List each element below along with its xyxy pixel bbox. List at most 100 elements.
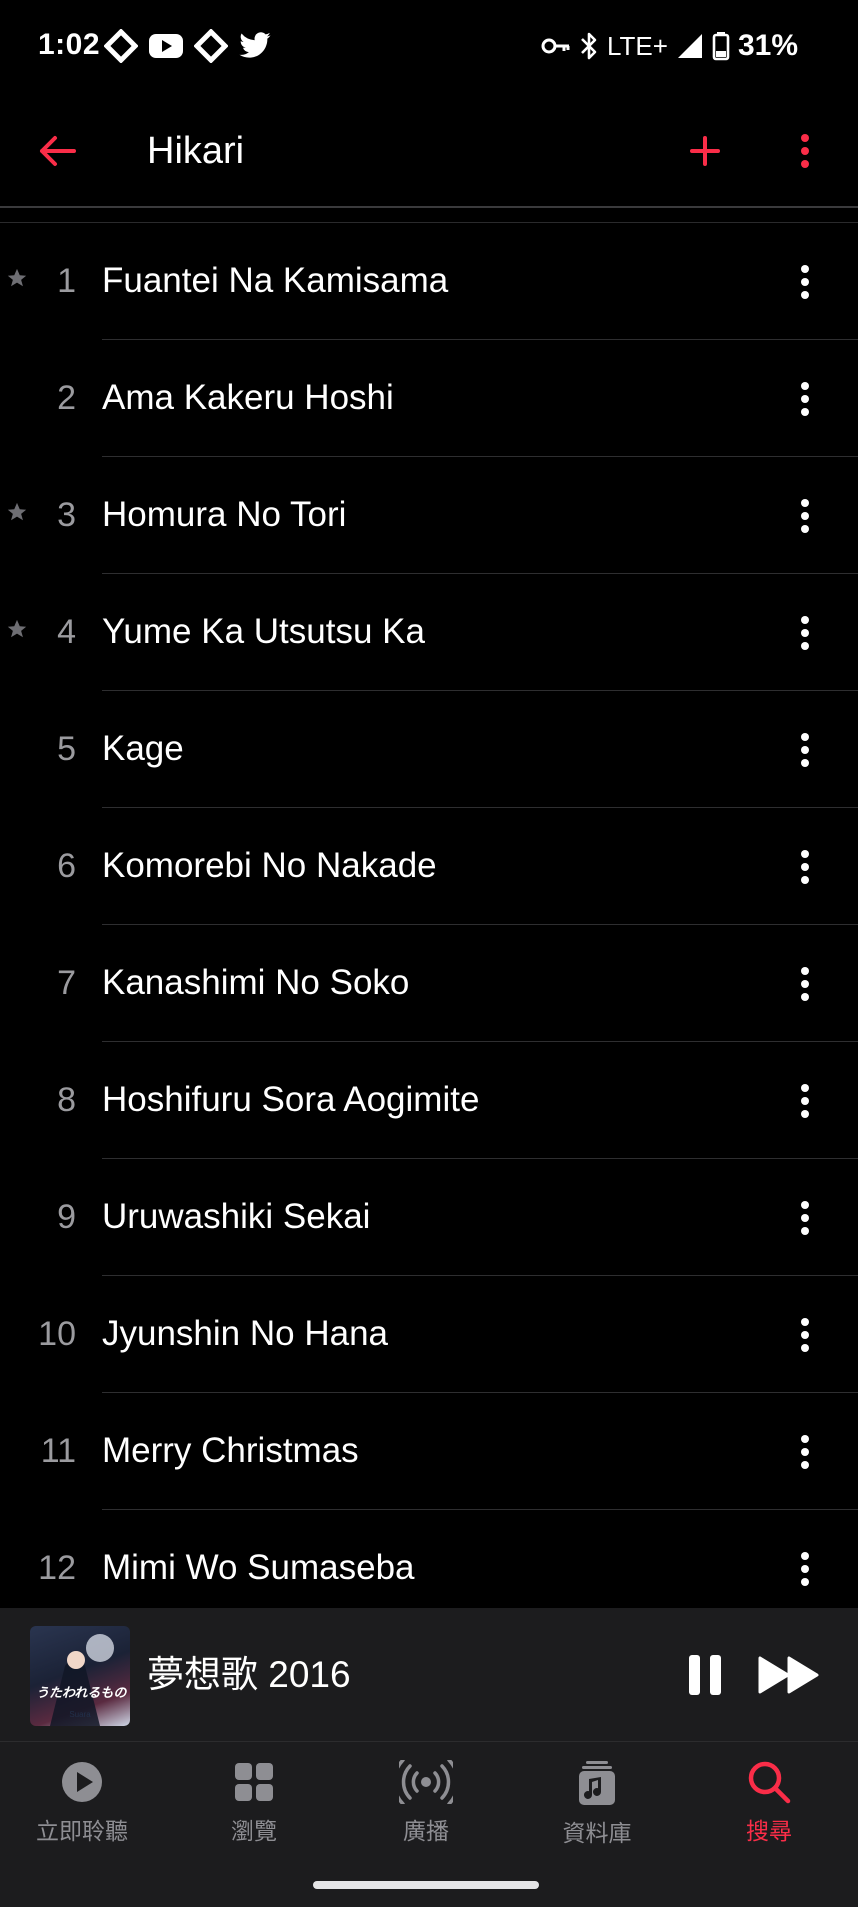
diamond-notification-icon	[194, 29, 228, 63]
bluetooth-icon	[581, 32, 597, 60]
more-vertical-icon	[801, 1318, 809, 1352]
track-more-button[interactable]	[780, 1544, 830, 1594]
track-title: Komorebi No Nakade	[102, 846, 437, 885]
track-title: Kage	[102, 729, 184, 768]
more-vertical-icon	[801, 967, 809, 1001]
track-more-button[interactable]	[780, 842, 830, 892]
track-title: Kanashimi No Soko	[102, 963, 410, 1002]
track-number: 8	[57, 1081, 76, 1119]
track-row[interactable]: 12 Mimi Wo Sumaseba	[0, 1510, 858, 1608]
artwork-title: うたわれるもの	[36, 1685, 127, 1700]
track-title: Yume Ka Utsutsu Ka	[102, 612, 425, 651]
radio-icon	[399, 1760, 453, 1804]
pause-button[interactable]	[680, 1648, 730, 1702]
tab-label: 瀏覽	[231, 1819, 277, 1845]
track-number: 10	[38, 1315, 76, 1353]
fast-forward-icon	[758, 1656, 819, 1694]
page-title: Hikari	[147, 130, 245, 172]
track-row[interactable]: 2 Ama Kakeru Hoshi	[0, 340, 858, 457]
tab-label: 資料庫	[562, 1821, 632, 1847]
more-vertical-icon	[801, 265, 809, 299]
more-options-button[interactable]	[780, 126, 830, 176]
diamond-notification-icon	[104, 29, 138, 63]
home-indicator[interactable]	[313, 1881, 539, 1889]
track-row[interactable]: 3 Homura No Tori	[0, 457, 858, 574]
battery-percent: 31%	[737, 29, 798, 62]
track-more-button[interactable]	[780, 257, 830, 307]
track-title: Ama Kakeru Hoshi	[102, 378, 394, 417]
more-vertical-icon	[801, 499, 809, 533]
album-header: Hikari	[0, 96, 858, 208]
track-more-button[interactable]	[780, 725, 830, 775]
track-number: 7	[57, 964, 76, 1002]
track-more-button[interactable]	[780, 608, 830, 658]
track-more-button[interactable]	[780, 1076, 830, 1126]
favorite-star-icon	[7, 619, 27, 638]
track-row[interactable]: 8 Hoshifuru Sora Aogimite	[0, 1042, 858, 1159]
play-circle-icon	[62, 1762, 102, 1802]
track-more-button[interactable]	[780, 491, 830, 541]
track-title: Fuantei Na Kamisama	[102, 261, 449, 300]
track-row[interactable]: 4 Yume Ka Utsutsu Ka	[0, 574, 858, 691]
status-bar: 1:02 LTE+ 31%	[0, 0, 858, 96]
notification-icons	[104, 28, 272, 64]
track-title: Homura No Tori	[102, 495, 347, 534]
track-row[interactable]: 10 Jyunshin No Hana	[0, 1276, 858, 1393]
track-number: 9	[57, 1198, 76, 1236]
track-title: Mimi Wo Sumaseba	[102, 1548, 415, 1587]
track-row[interactable]: 6 Komorebi No Nakade	[0, 808, 858, 925]
more-vertical-icon	[801, 616, 809, 650]
track-more-button[interactable]	[780, 1427, 830, 1477]
more-vertical-icon	[801, 1435, 809, 1469]
track-title: Uruwashiki Sekai	[102, 1197, 371, 1236]
more-vertical-icon	[801, 1552, 809, 1586]
next-track-button[interactable]	[756, 1648, 822, 1702]
track-more-button[interactable]	[780, 1310, 830, 1360]
track-number: 4	[57, 613, 76, 651]
status-time: 1:02	[38, 28, 101, 61]
now-playing-title[interactable]: 夢想歌 2016	[147, 1653, 351, 1697]
tab-browse[interactable]: 瀏覽	[184, 1760, 324, 1870]
track-number: 6	[57, 847, 76, 885]
track-title: Merry Christmas	[102, 1431, 359, 1470]
back-arrow-icon	[40, 136, 76, 166]
track-more-button[interactable]	[780, 959, 830, 1009]
key-icon	[541, 38, 570, 54]
twitter-icon	[239, 32, 271, 58]
more-vertical-icon	[801, 382, 809, 416]
track-list[interactable]: 1 Fuantei Na Kamisama 2 Ama Kakeru Hoshi 3 Ho…	[0, 222, 858, 1608]
more-vertical-icon	[801, 850, 809, 884]
more-vertical-icon	[801, 733, 809, 767]
search-icon	[748, 1761, 791, 1804]
track-more-button[interactable]	[780, 1193, 830, 1243]
add-to-library-button[interactable]	[680, 126, 730, 176]
artwork-subtitle: Suara	[69, 1710, 91, 1719]
back-button[interactable]	[32, 126, 82, 176]
album-artwork[interactable]: うたわれるもの Suara	[30, 1626, 130, 1726]
favorite-star-icon	[7, 268, 27, 287]
library-icon	[579, 1761, 615, 1805]
tab-search[interactable]: 搜尋	[699, 1760, 839, 1870]
mini-player[interactable]: うたわれるもの Suara 夢想歌 2016	[0, 1608, 858, 1742]
track-more-button[interactable]	[780, 374, 830, 424]
tab-radio[interactable]: 廣播	[356, 1760, 496, 1870]
track-row[interactable]: 7 Kanashimi No Soko	[0, 925, 858, 1042]
track-number: 1	[57, 262, 76, 300]
tab-listen-now[interactable]: 立即聆聽	[12, 1760, 152, 1870]
track-row[interactable]: 5 Kage	[0, 691, 858, 808]
system-status: LTE+ 31%	[541, 28, 798, 64]
track-title: Jyunshin No Hana	[102, 1314, 388, 1353]
track-row[interactable]: 11 Merry Christmas	[0, 1393, 858, 1510]
signal-icon	[677, 34, 702, 58]
track-row[interactable]: 9 Uruwashiki Sekai	[0, 1159, 858, 1276]
track-row[interactable]: 1 Fuantei Na Kamisama	[0, 223, 858, 340]
more-vertical-icon	[801, 134, 809, 168]
tab-label: 搜尋	[746, 1819, 792, 1845]
network-type: LTE+	[607, 30, 668, 61]
grid-icon	[235, 1763, 273, 1801]
more-vertical-icon	[801, 1084, 809, 1118]
tab-library[interactable]: 資料庫	[527, 1760, 667, 1870]
favorite-star-icon	[7, 502, 27, 521]
track-number: 5	[57, 730, 76, 768]
track-number: 3	[57, 496, 76, 534]
